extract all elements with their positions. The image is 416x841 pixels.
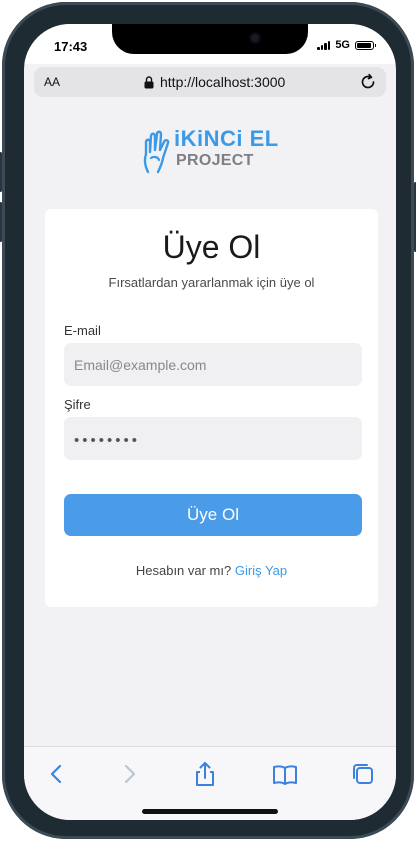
network-label: 5G: [335, 39, 350, 51]
hand-logo-icon: [143, 130, 170, 174]
signal-icon: [317, 40, 331, 50]
address-bar[interactable]: AA http://localhost:3000: [34, 67, 386, 97]
screen: 17:43 5G AA http://localhost:3000 iKiNCi…: [24, 24, 396, 820]
page-subtitle: Fırsatlardan yararlanmak için üye ol: [108, 275, 315, 290]
login-prompt: Hesabın var mı? Giriş Yap: [45, 563, 378, 578]
lock-icon: [144, 75, 154, 88]
login-link[interactable]: Giriş Yap: [235, 563, 287, 578]
phone-frame: 17:43 5G AA http://localhost:3000 iKiNCi…: [0, 2, 416, 839]
signup-button[interactable]: Üye Ol: [64, 494, 362, 536]
url-text: http://localhost:3000: [160, 74, 286, 90]
bookmarks-icon[interactable]: [272, 761, 298, 787]
password-label: Şifre: [64, 397, 91, 412]
back-icon[interactable]: [44, 761, 70, 787]
logo: iKiNCi EL PROJECT: [142, 126, 282, 174]
text-size-button[interactable]: AA: [44, 75, 60, 89]
logo-title: iKiNCi EL: [174, 126, 279, 151]
tabs-icon[interactable]: [350, 761, 376, 787]
status-time: 17:43: [54, 39, 88, 54]
signup-card: Üye Ol Fırsatlardan yararlanmak için üye…: [45, 209, 378, 607]
login-prompt-text: Hesabın var mı?: [135, 563, 232, 578]
page-title: Üye Ol: [162, 229, 261, 265]
email-field[interactable]: [64, 343, 362, 386]
volume-button: [0, 152, 2, 192]
camera-icon: [251, 34, 259, 42]
reload-icon[interactable]: [358, 72, 378, 92]
url-field[interactable]: http://localhost:3000: [144, 74, 285, 90]
logo-subtitle: PROJECT: [176, 152, 254, 169]
home-indicator: [142, 809, 278, 814]
volume-button: [0, 202, 2, 242]
battery-icon: [355, 40, 376, 50]
notch: [112, 24, 308, 54]
email-label: E-mail: [64, 323, 101, 338]
status-bar: 17:43 5G: [24, 24, 396, 64]
status-indicators: 5G: [317, 39, 376, 51]
share-icon[interactable]: [192, 761, 218, 787]
forward-icon[interactable]: [116, 761, 142, 787]
password-field[interactable]: [64, 417, 362, 460]
